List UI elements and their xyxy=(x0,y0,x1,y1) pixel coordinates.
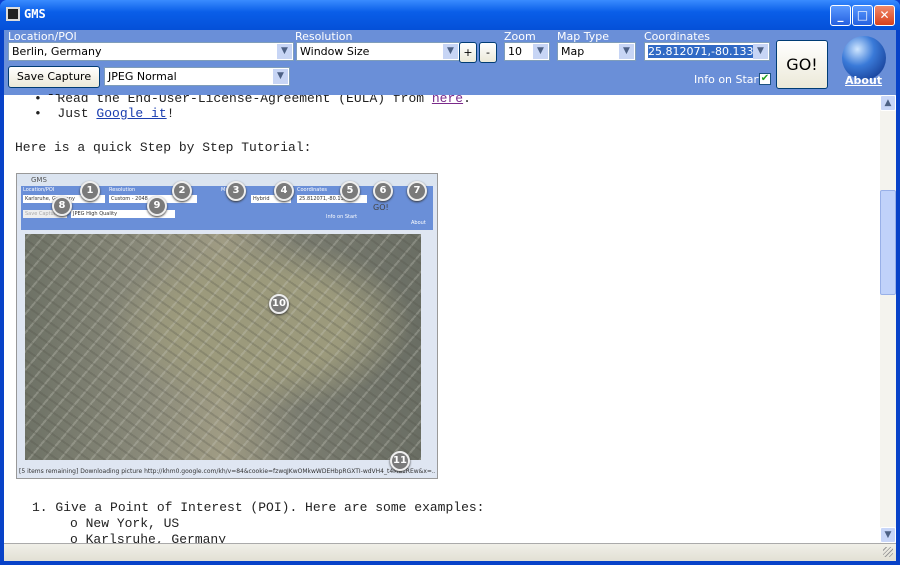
step-marker: 2 xyxy=(172,181,192,201)
zoom-out-button[interactable]: - xyxy=(479,42,497,63)
bullet-text: Read the End-User-License-Agreement (EUL… xyxy=(57,95,432,106)
step-marker: 6 xyxy=(373,181,393,201)
location-combo[interactable]: Berlin, Germany ▼ xyxy=(8,42,294,61)
step-marker: 4 xyxy=(274,181,294,201)
example-item: o New York, US xyxy=(70,516,180,531)
app-window: GMS _ □ ✕ Location/POI Berlin, Germany ▼ … xyxy=(0,0,900,565)
chevron-down-icon[interactable]: ▼ xyxy=(273,69,288,84)
maximize-button[interactable]: □ xyxy=(852,5,873,26)
chevron-down-icon[interactable]: ▼ xyxy=(533,44,548,59)
chevron-down-icon[interactable]: ▼ xyxy=(753,44,768,59)
mini-label: Coordinates xyxy=(297,187,328,193)
chevron-down-icon[interactable]: ▼ xyxy=(277,44,292,59)
chevron-down-icon[interactable]: ▼ xyxy=(619,44,634,59)
tutorial-heading: Here is a quick Step by Step Tutorial: xyxy=(15,140,312,155)
mini-label: GO! xyxy=(373,203,389,212)
tutorial-screenshot: GMS Location/POI Karlsruhe, Germany Reso… xyxy=(16,173,438,479)
scroll-thumb[interactable] xyxy=(880,190,896,295)
zoom-value: 10 xyxy=(508,45,522,58)
step-marker: 10 xyxy=(269,294,289,314)
step-marker: 8 xyxy=(52,196,72,216)
info-on-start-checkbox[interactable]: ✔ xyxy=(759,73,771,85)
window-title: GMS xyxy=(24,7,46,21)
example-text: Karlsruhe, Germany xyxy=(85,532,227,543)
mini-label: Resolution xyxy=(109,187,136,193)
bullet-text: . xyxy=(463,95,471,106)
zoom-combo[interactable]: 10 ▼ xyxy=(504,42,550,61)
chevron-down-icon[interactable]: ▼ xyxy=(443,44,458,59)
coordinates-value[interactable]: 25.812071,-80.13329 xyxy=(648,45,768,58)
maptype-combo[interactable]: Map ▼ xyxy=(557,42,636,61)
example-text: New York, US xyxy=(85,516,180,531)
title-bar: GMS _ □ ✕ xyxy=(0,0,900,30)
step-marker: 9 xyxy=(147,196,167,216)
bullet-text: Just xyxy=(57,106,97,121)
step-marker: 7 xyxy=(407,181,427,201)
step-marker: 1 xyxy=(80,181,100,201)
example-item: o Karlsruhe, Germany xyxy=(70,532,226,543)
coordinates-combo[interactable]: 25.812071,-80.13329 ▼ xyxy=(644,42,770,61)
info-on-start-label: Info on Start xyxy=(694,73,763,86)
go-button[interactable]: GO! xyxy=(776,40,828,89)
location-value: Berlin, Germany xyxy=(12,45,102,58)
minimize-button[interactable]: _ xyxy=(830,5,851,26)
step-marker: 3 xyxy=(226,181,246,201)
status-bar xyxy=(4,543,896,561)
step-marker: 5 xyxy=(340,181,360,201)
google-bullet: • Just Google it! xyxy=(34,106,175,121)
eula-link[interactable]: here xyxy=(432,95,463,106)
format-combo[interactable]: JPEG Normal ▼ xyxy=(104,67,290,86)
bullet-text: ! xyxy=(166,106,175,121)
info-content: • Read the End-User-License-Agreement (E… xyxy=(4,95,880,543)
mini-label: About xyxy=(411,220,426,226)
save-capture-button[interactable]: Save Capture as xyxy=(8,66,100,103)
format-value: JPEG Normal xyxy=(108,70,177,83)
toolbar: Location/POI Berlin, Germany ▼ Resolution… xyxy=(4,30,896,103)
google-it-link[interactable]: Google it xyxy=(96,106,166,121)
resize-grip-icon[interactable] xyxy=(883,547,893,557)
vertical-scrollbar[interactable]: ▲ ▼ xyxy=(880,95,896,543)
close-button[interactable]: ✕ xyxy=(874,5,895,26)
resolution-value: Window Size xyxy=(300,45,370,58)
zoom-in-button[interactable]: + xyxy=(459,42,477,63)
step-marker: 11 xyxy=(390,451,410,471)
maptype-value: Map xyxy=(561,45,585,58)
mini-label: Location/POI xyxy=(23,187,55,193)
scroll-up-button[interactable]: ▲ xyxy=(880,95,896,111)
floppy-disk-icon xyxy=(6,7,20,21)
step-1: 1. Give a Point of Interest (POI). Here … xyxy=(32,500,485,515)
screenshot-status: [5 items remaining] Downloading picture … xyxy=(19,468,435,475)
scroll-down-button[interactable]: ▼ xyxy=(880,527,896,543)
satellite-map-image xyxy=(25,234,421,460)
about-link[interactable]: About xyxy=(845,74,882,87)
mini-label: Info on Start xyxy=(326,214,358,220)
eula-bullet: • Read the End-User-License-Agreement (E… xyxy=(34,95,471,106)
resolution-combo[interactable]: Window Size ▼ xyxy=(296,42,460,61)
